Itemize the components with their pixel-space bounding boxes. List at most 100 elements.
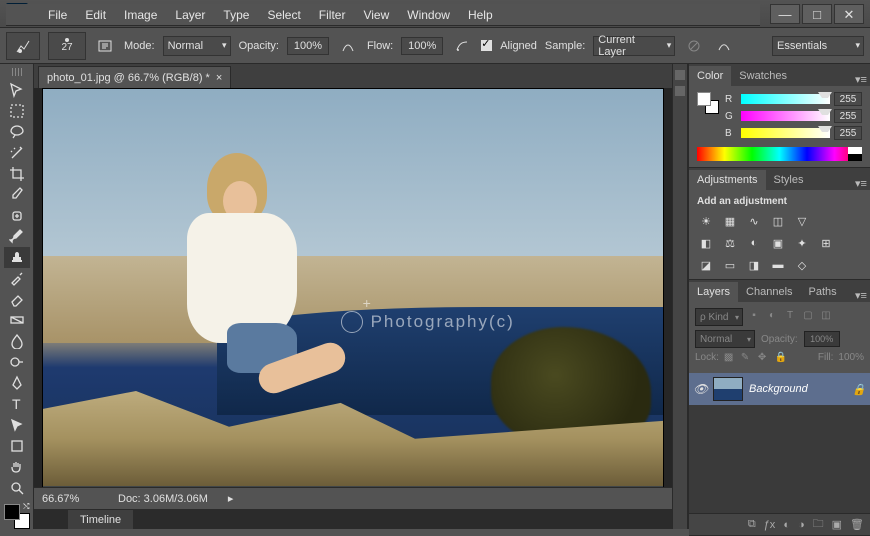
tab-swatches[interactable]: Swatches [731, 66, 795, 86]
foreground-color-swatch[interactable] [4, 504, 20, 520]
gradient-tool[interactable] [4, 310, 30, 331]
exposure-icon[interactable]: ◫ [769, 213, 787, 229]
zoom-tool[interactable] [4, 477, 30, 498]
layer-fill-value[interactable]: 100% [838, 352, 864, 363]
aligned-checkbox[interactable] [481, 40, 492, 51]
tab-channels[interactable]: Channels [738, 282, 800, 302]
menu-window[interactable]: Window [399, 6, 458, 24]
filter-smart-icon[interactable]: ◫ [819, 310, 833, 324]
move-tool[interactable] [4, 80, 30, 101]
toolbox-handle[interactable] [3, 68, 31, 78]
new-layer-icon[interactable]: ▣ [832, 518, 842, 531]
lock-transparent-icon[interactable]: ▩ [724, 352, 736, 363]
r-value[interactable]: 255 [834, 92, 862, 106]
menu-view[interactable]: View [355, 6, 397, 24]
menu-select[interactable]: Select [259, 6, 308, 24]
history-brush-tool[interactable] [4, 268, 30, 289]
panel-menu-icon[interactable]: ▾≡ [852, 289, 870, 302]
brightness-contrast-icon[interactable]: ☀ [697, 213, 715, 229]
b-slider[interactable] [741, 128, 830, 138]
tab-color[interactable]: Color [689, 66, 731, 86]
threshold-icon[interactable]: ◨ [745, 257, 763, 273]
g-value[interactable]: 255 [834, 109, 862, 123]
canvas-area[interactable]: +Photography(c) [34, 88, 672, 487]
zoom-level[interactable]: 66.67% [42, 493, 98, 505]
window-maximize-button[interactable]: □ [802, 4, 832, 24]
layer-name[interactable]: Background [749, 383, 808, 395]
filter-type-icon[interactable]: T [783, 310, 797, 324]
r-slider[interactable] [741, 94, 830, 104]
brush-panel-toggle-icon[interactable] [94, 35, 116, 57]
b-value[interactable]: 255 [834, 126, 862, 140]
menu-layer[interactable]: Layer [167, 6, 213, 24]
healing-brush-tool[interactable] [4, 205, 30, 226]
vibrance-icon[interactable]: ▽ [793, 213, 811, 229]
path-selection-tool[interactable] [4, 415, 30, 436]
foreground-background-colors[interactable]: ⤭ [4, 504, 30, 529]
menu-file[interactable]: File [40, 6, 75, 24]
dodge-tool[interactable] [4, 352, 30, 373]
photo-filter-icon[interactable]: ▣ [769, 235, 787, 251]
lock-all-icon[interactable]: 🔒 [775, 352, 787, 363]
color-spectrum[interactable] [697, 147, 862, 161]
dock-icon[interactable] [675, 70, 685, 80]
bw-icon[interactable]: ◐ [745, 235, 763, 251]
g-slider[interactable] [741, 111, 830, 121]
new-group-icon[interactable]: 🗀 [813, 515, 824, 534]
lock-pixels-icon[interactable]: ✎ [741, 352, 753, 363]
airbrush-icon[interactable] [451, 35, 473, 57]
flow-field[interactable]: 100% [401, 37, 443, 55]
panel-menu-icon[interactable]: ▾≡ [852, 177, 870, 190]
shape-tool[interactable] [4, 435, 30, 456]
menu-image[interactable]: Image [116, 6, 165, 24]
filter-shape-icon[interactable]: ▢ [801, 310, 815, 324]
marquee-tool[interactable] [4, 100, 30, 121]
clone-stamp-tool[interactable] [4, 247, 30, 268]
menu-help[interactable]: Help [460, 6, 501, 24]
eyedropper-tool[interactable] [4, 184, 30, 205]
gradient-map-icon[interactable]: ▬ [769, 257, 787, 273]
timeline-panel-tab[interactable]: Timeline [68, 509, 133, 529]
levels-icon[interactable]: ▦ [721, 213, 739, 229]
filter-adjust-icon[interactable]: ◐ [765, 310, 779, 324]
tab-paths[interactable]: Paths [801, 282, 845, 302]
color-lookup-icon[interactable]: ⊞ [817, 235, 835, 251]
panel-menu-icon[interactable]: ▾≡ [852, 73, 870, 86]
document-tab[interactable]: photo_01.jpg @ 66.7% (RGB/8) * × [38, 66, 231, 88]
dock-icon[interactable] [675, 86, 685, 96]
type-tool[interactable]: T [4, 394, 30, 415]
magic-wand-tool[interactable] [4, 142, 30, 163]
tab-styles[interactable]: Styles [766, 170, 812, 190]
pressure-size-icon[interactable] [713, 35, 735, 57]
lasso-tool[interactable] [4, 121, 30, 142]
layer-row[interactable]: 👁 Background 🔒 [689, 373, 870, 405]
close-tab-icon[interactable]: × [216, 72, 222, 84]
workspace-switcher[interactable]: Essentials [772, 36, 864, 56]
menu-filter[interactable]: Filter [311, 6, 354, 24]
sample-select[interactable]: Current Layer [593, 36, 675, 56]
pen-tool[interactable] [4, 373, 30, 394]
swap-colors-icon[interactable]: ⤭ [23, 502, 29, 512]
layer-blend-mode[interactable]: Normal [695, 330, 755, 348]
collapsed-panel-dock[interactable] [672, 64, 688, 529]
color-fg-bg-mini[interactable] [697, 92, 719, 114]
pressure-opacity-icon[interactable] [337, 35, 359, 57]
brush-tool[interactable] [4, 226, 30, 247]
menu-edit[interactable]: Edit [77, 6, 114, 24]
posterize-icon[interactable]: ▭ [721, 257, 739, 273]
layer-opacity-value[interactable]: 100% [804, 331, 840, 347]
status-arrow-icon[interactable]: ▸ [228, 492, 234, 505]
hand-tool[interactable] [4, 456, 30, 477]
lock-position-icon[interactable]: ✥ [758, 352, 770, 363]
window-close-button[interactable]: ✕ [834, 4, 864, 24]
link-layers-icon[interactable]: ⧉ [748, 518, 756, 531]
blur-tool[interactable] [4, 331, 30, 352]
tab-adjustments[interactable]: Adjustments [689, 170, 766, 190]
blend-mode-select[interactable]: Normal [163, 36, 231, 56]
hue-sat-icon[interactable]: ◧ [697, 235, 715, 251]
crop-tool[interactable] [4, 163, 30, 184]
color-balance-icon[interactable]: ⚖ [721, 235, 739, 251]
curves-icon[interactable]: ∿ [745, 213, 763, 229]
opacity-field[interactable]: 100% [287, 37, 329, 55]
filter-pixel-icon[interactable]: ▪ [747, 310, 761, 324]
